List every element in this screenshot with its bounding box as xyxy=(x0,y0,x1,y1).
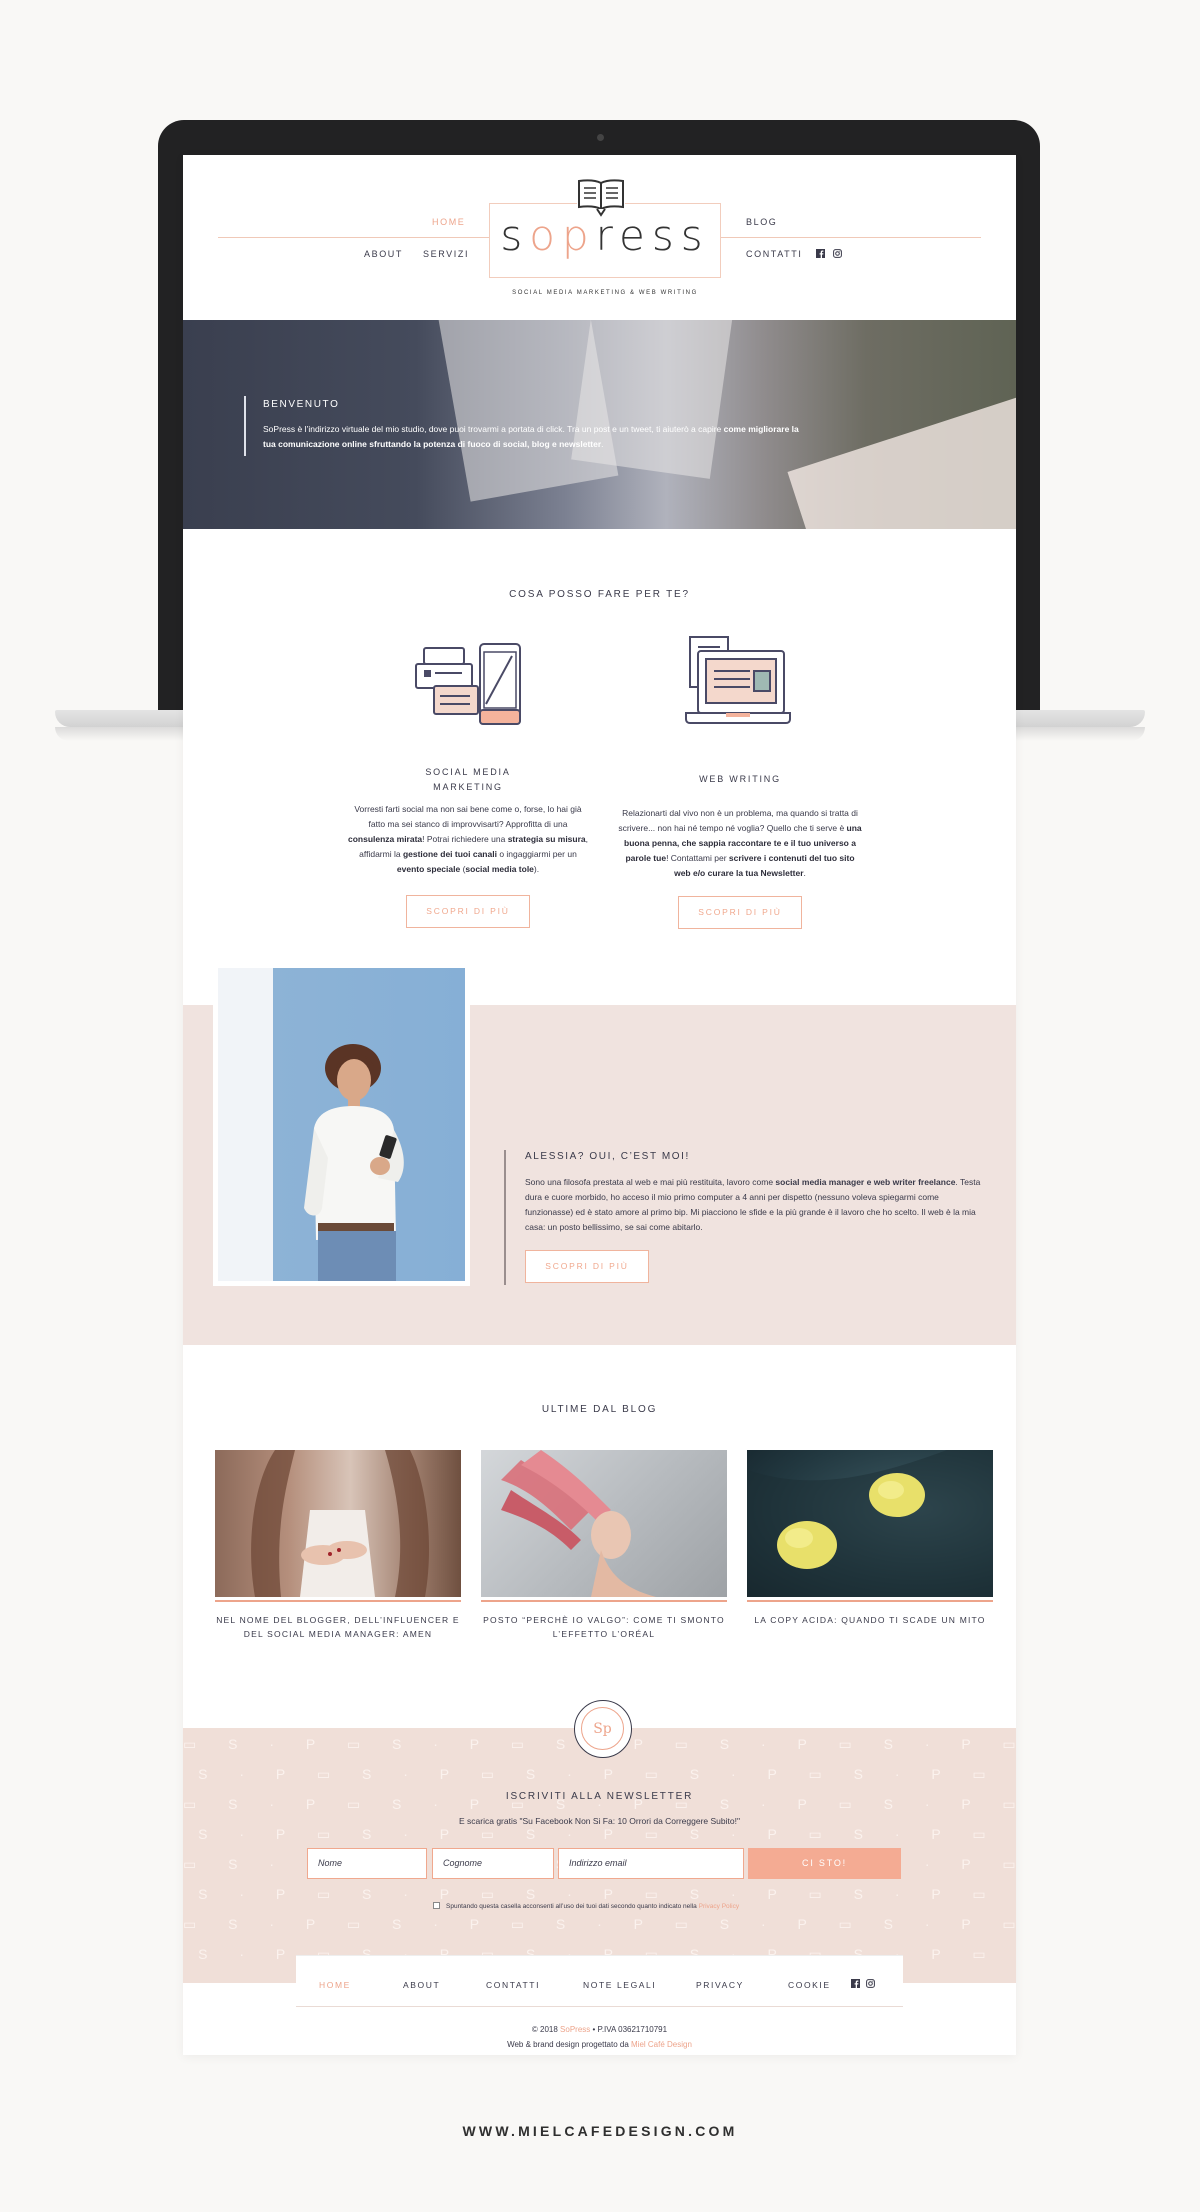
email-input[interactable]: Indirizzo email xyxy=(558,1848,744,1879)
instagram-icon[interactable] xyxy=(833,249,842,258)
footer-designer-link[interactable]: Miel Café Design xyxy=(631,2040,692,2049)
footer-nav-cookie[interactable]: COOKIE xyxy=(788,1980,831,1990)
subscribe-button[interactable]: CI STO! xyxy=(748,1848,901,1879)
footer-nav: HOME ABOUT CONTATTI NOTE LEGALI PRIVACY … xyxy=(296,1955,903,2007)
privacy-policy-link[interactable]: Privacy Policy xyxy=(699,1903,739,1910)
web-writing-icon xyxy=(685,636,791,724)
hero-fabric xyxy=(787,394,1016,529)
header-divider-right xyxy=(720,237,981,238)
newsletter-pattern: ▭ S · P ▭ S · P ▭ S · P ▭ S · P ▭ S · P … xyxy=(183,1826,1016,1842)
footer-instagram-icon[interactable] xyxy=(866,1979,875,1988)
hero-text: SoPress è l’indirizzo virtuale del mio s… xyxy=(263,424,799,449)
blog-image-3-illustration xyxy=(747,1450,993,1597)
blog-underline-3 xyxy=(747,1600,993,1602)
nav-blog[interactable]: BLOG xyxy=(746,217,777,227)
about-photo-frame xyxy=(213,963,470,1286)
services-title: COSA POSSO FARE PER TE? xyxy=(509,589,690,600)
blog-caption-3[interactable]: LA COPY ACIDA: QUANDO TI SCADE UN MITO xyxy=(747,1613,993,1627)
service-title-web-writing: WEB WRITING xyxy=(699,774,781,784)
consent-text: Spuntando questa casella acconsenti all’… xyxy=(446,1903,699,1910)
footer-nav-note-legali[interactable]: NOTE LEGALI xyxy=(583,1980,656,1990)
blog-underline-1 xyxy=(215,1600,461,1602)
newsletter-pattern: ▭ S · P ▭ S · P ▭ S · P ▭ S · P ▭ S · P … xyxy=(183,1916,1016,1932)
newsletter-pattern: ▭ S · P ▭ S · P ▭ S · P ▭ S · P ▭ S · P … xyxy=(183,1766,1016,1782)
consent-row: Spuntando questa casella acconsenti all’… xyxy=(433,1902,739,1910)
about-title: ALESSIA? OUI, C’EST MOI! xyxy=(525,1151,690,1162)
footer-nav-contatti[interactable]: CONTATTI xyxy=(486,1980,540,1990)
scopri-button-social[interactable]: SCOPRI DI PIÙ xyxy=(406,895,530,928)
blog-caption-1[interactable]: NEL NOME DEL BLOGGER, DELL’INFLUENCER E … xyxy=(215,1613,461,1641)
nav-servizi[interactable]: SERVIZI xyxy=(423,249,469,259)
footer-facebook-icon[interactable] xyxy=(851,1979,860,1988)
hero-banner: BENVENUTO SoPress è l’indirizzo virtuale… xyxy=(183,320,1016,529)
site-header: HOME ABOUT SERVIZI BLOG CONTATTI sopress… xyxy=(183,155,1016,320)
blog-underline-2 xyxy=(481,1600,727,1602)
blog-image-2[interactable] xyxy=(481,1450,727,1597)
footer-nav-privacy[interactable]: PRIVACY xyxy=(696,1980,744,1990)
hero-title: BENVENUTO xyxy=(263,399,340,410)
nav-contatti[interactable]: CONTATTI xyxy=(746,249,802,259)
footer-brand-link[interactable]: SoPress xyxy=(560,2025,590,2034)
blog-image-3[interactable] xyxy=(747,1450,993,1597)
scopri-button-about[interactable]: SCOPRI DI PIÙ xyxy=(525,1250,649,1283)
footer-nav-about[interactable]: ABOUT xyxy=(403,1980,440,1990)
hero-accent-bar xyxy=(244,396,246,456)
hero-book-page-right xyxy=(571,320,735,479)
blog-image-1-illustration xyxy=(251,1450,430,1597)
newsletter-subtitle: E scarica gratis "Su Facebook Non Si Fa:… xyxy=(459,1816,740,1826)
header-divider-left xyxy=(218,237,490,238)
surname-input[interactable]: Cognome xyxy=(432,1848,554,1879)
camera-icon xyxy=(597,134,604,141)
scopri-button-web-writing[interactable]: SCOPRI DI PIÙ xyxy=(678,896,802,929)
blog-title: ULTIME DAL BLOG xyxy=(541,1404,658,1415)
facebook-icon[interactable] xyxy=(816,249,825,258)
newsletter-pattern: ▭ S · P ▭ S · P ▭ S · P ▭ S · P ▭ S · P … xyxy=(183,1886,1016,1902)
newsletter-seal: Sp xyxy=(574,1700,632,1758)
about-photo xyxy=(218,968,465,1281)
site-logo[interactable]: sopress xyxy=(489,211,721,260)
seal-monogram: Sp xyxy=(581,1707,624,1750)
blog-caption-2[interactable]: POSTO “PERCHÈ IO VALGO”: COME TI SMONTO … xyxy=(481,1613,727,1641)
service-text-web-writing: Relazionarti dal vivo non è un problema,… xyxy=(618,808,862,878)
nav-home[interactable]: HOME xyxy=(432,217,465,227)
footer-copyright: © 2018 SoPress • P.IVA 03621710791 Web &… xyxy=(507,2025,692,2049)
service-title-social: SOCIAL MEDIA MARKETING xyxy=(425,767,511,792)
designer-url: WWW.MIELCAFEDESIGN.COM xyxy=(462,2123,738,2139)
woman-with-phone-illustration xyxy=(304,1044,404,1281)
footer-nav-home[interactable]: HOME xyxy=(319,1980,351,1990)
blog-image-2-illustration xyxy=(501,1450,656,1597)
nav-about[interactable]: ABOUT xyxy=(364,249,403,259)
newsletter-title: ISCRIVITI ALLA NEWSLETTER xyxy=(505,1791,694,1802)
social-media-icon xyxy=(415,643,521,725)
service-text-social: Vorresti farti social ma non sai bene co… xyxy=(347,804,589,874)
consent-checkbox[interactable] xyxy=(433,1902,440,1909)
website-page: HOME ABOUT SERVIZI BLOG CONTATTI sopress… xyxy=(183,155,1016,2055)
about-accent-bar xyxy=(504,1150,506,1285)
about-text: Sono una filosofa prestata al web e mai … xyxy=(525,1177,981,1232)
blog-image-1[interactable] xyxy=(215,1450,461,1597)
name-input[interactable]: Nome xyxy=(307,1848,427,1879)
site-tagline: SOCIAL MEDIA MARKETING & WEB WRITING xyxy=(512,290,698,296)
